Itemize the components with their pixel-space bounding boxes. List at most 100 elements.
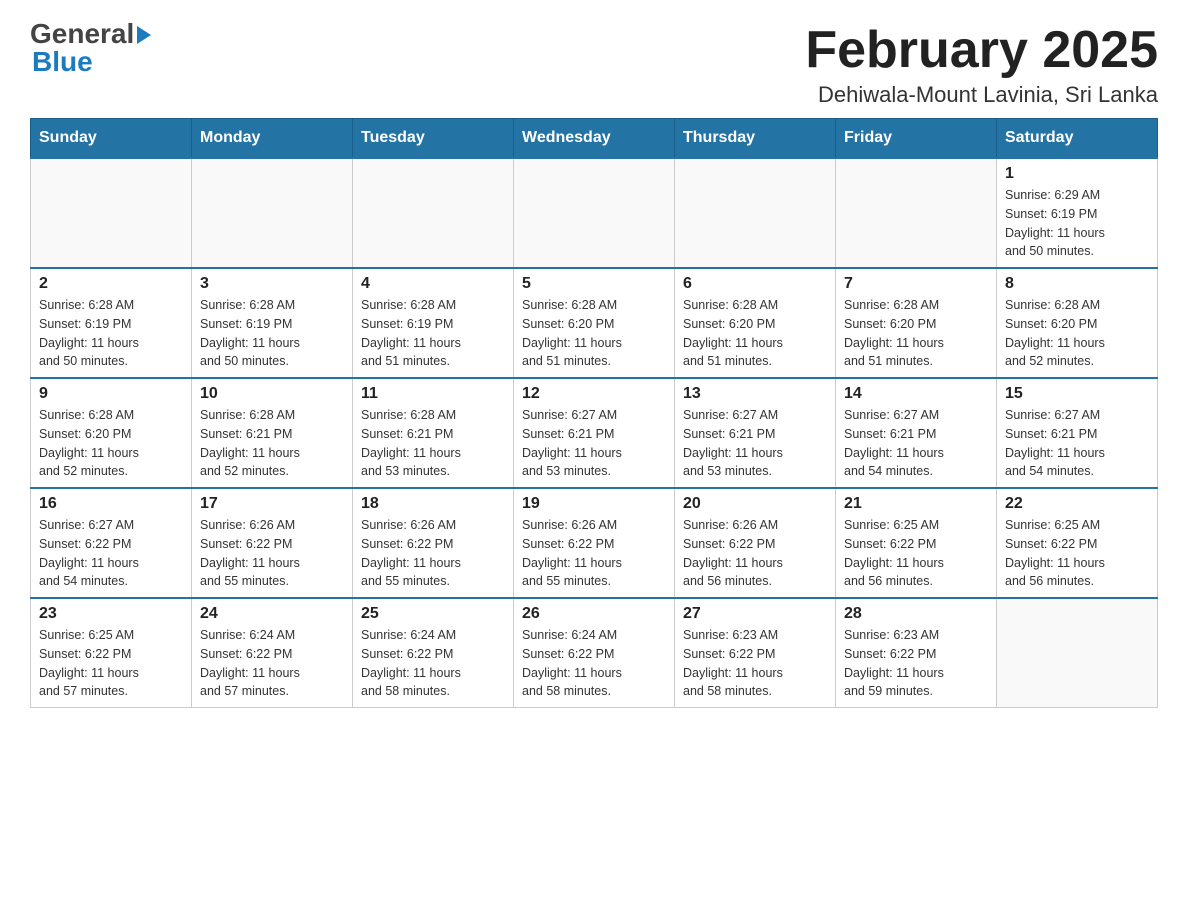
day-info: Sunrise: 6:28 AMSunset: 6:20 PMDaylight:… <box>1005 296 1149 371</box>
calendar-cell: 25 Sunrise: 6:24 AMSunset: 6:22 PMDayligh… <box>353 598 514 708</box>
day-number: 10 <box>200 385 344 403</box>
calendar-cell: 9 Sunrise: 6:28 AMSunset: 6:20 PMDaylight… <box>31 378 192 488</box>
day-info: Sunrise: 6:27 AMSunset: 6:21 PMDaylight:… <box>844 406 988 481</box>
day-number: 13 <box>683 385 827 403</box>
column-header-friday: Friday <box>836 119 997 159</box>
day-info: Sunrise: 6:26 AMSunset: 6:22 PMDaylight:… <box>683 516 827 591</box>
month-title: February 2025 <box>805 20 1158 80</box>
calendar-cell: 5 Sunrise: 6:28 AMSunset: 6:20 PMDaylight… <box>514 268 675 378</box>
day-number: 21 <box>844 495 988 513</box>
calendar-cell: 16 Sunrise: 6:27 AMSunset: 6:22 PMDayligh… <box>31 488 192 598</box>
calendar-cell: 22 Sunrise: 6:25 AMSunset: 6:22 PMDayligh… <box>997 488 1158 598</box>
column-header-monday: Monday <box>192 119 353 159</box>
calendar-cell: 17Sunrise: 6:26 AMSunset: 6:22 PMDayligh… <box>192 488 353 598</box>
day-number: 17 <box>200 495 344 513</box>
calendar-week-row: 2 Sunrise: 6:28 AMSunset: 6:19 PMDaylight… <box>31 268 1158 378</box>
day-number: 8 <box>1005 275 1149 293</box>
column-header-thursday: Thursday <box>675 119 836 159</box>
calendar-cell: 15Sunrise: 6:27 AMSunset: 6:21 PMDayligh… <box>997 378 1158 488</box>
column-header-sunday: Sunday <box>31 119 192 159</box>
column-header-tuesday: Tuesday <box>353 119 514 159</box>
calendar-cell <box>997 598 1158 708</box>
day-info: Sunrise: 6:26 AMSunset: 6:22 PMDaylight:… <box>522 516 666 591</box>
day-number: 23 <box>39 605 183 623</box>
day-info: Sunrise: 6:28 AMSunset: 6:21 PMDaylight:… <box>200 406 344 481</box>
day-info: Sunrise: 6:25 AMSunset: 6:22 PMDaylight:… <box>39 626 183 701</box>
calendar-cell: 7 Sunrise: 6:28 AMSunset: 6:20 PMDaylight… <box>836 268 997 378</box>
day-info: Sunrise: 6:26 AMSunset: 6:22 PMDaylight:… <box>361 516 505 591</box>
day-number: 4 <box>361 275 505 293</box>
calendar-cell <box>353 158 514 268</box>
day-number: 20 <box>683 495 827 513</box>
calendar-cell: 12 Sunrise: 6:27 AMSunset: 6:21 PMDayligh… <box>514 378 675 488</box>
calendar-week-row: 16 Sunrise: 6:27 AMSunset: 6:22 PMDayligh… <box>31 488 1158 598</box>
day-number: 27 <box>683 605 827 623</box>
calendar-cell: 10 Sunrise: 6:28 AMSunset: 6:21 PMDayligh… <box>192 378 353 488</box>
calendar-cell: 13 Sunrise: 6:27 AMSunset: 6:21 PMDayligh… <box>675 378 836 488</box>
calendar-cell: 4 Sunrise: 6:28 AMSunset: 6:19 PMDaylight… <box>353 268 514 378</box>
day-info: Sunrise: 6:29 AMSunset: 6:19 PMDaylight:… <box>1005 186 1149 261</box>
day-number: 6 <box>683 275 827 293</box>
calendar-cell: 1 Sunrise: 6:29 AMSunset: 6:19 PMDaylight… <box>997 158 1158 268</box>
calendar-week-row: 23 Sunrise: 6:25 AMSunset: 6:22 PMDayligh… <box>31 598 1158 708</box>
day-number: 25 <box>361 605 505 623</box>
day-info: Sunrise: 6:27 AMSunset: 6:21 PMDaylight:… <box>1005 406 1149 481</box>
calendar-cell: 8 Sunrise: 6:28 AMSunset: 6:20 PMDaylight… <box>997 268 1158 378</box>
day-info: Sunrise: 6:28 AMSunset: 6:20 PMDaylight:… <box>844 296 988 371</box>
calendar-cell <box>675 158 836 268</box>
day-info: Sunrise: 6:28 AMSunset: 6:19 PMDaylight:… <box>361 296 505 371</box>
day-info: Sunrise: 6:24 AMSunset: 6:22 PMDaylight:… <box>361 626 505 701</box>
logo-arrow-icon <box>137 26 151 44</box>
calendar-cell: 6 Sunrise: 6:28 AMSunset: 6:20 PMDaylight… <box>675 268 836 378</box>
calendar-cell <box>836 158 997 268</box>
day-info: Sunrise: 6:28 AMSunset: 6:19 PMDaylight:… <box>200 296 344 371</box>
calendar-cell: 26 Sunrise: 6:24 AMSunset: 6:22 PMDayligh… <box>514 598 675 708</box>
day-number: 12 <box>522 385 666 403</box>
day-number: 28 <box>844 605 988 623</box>
calendar-cell: 11Sunrise: 6:28 AMSunset: 6:21 PMDayligh… <box>353 378 514 488</box>
day-number: 2 <box>39 275 183 293</box>
calendar-cell: 23 Sunrise: 6:25 AMSunset: 6:22 PMDayligh… <box>31 598 192 708</box>
day-info: Sunrise: 6:25 AMSunset: 6:22 PMDaylight:… <box>844 516 988 591</box>
calendar-header-row: SundayMondayTuesdayWednesdayThursdayFrid… <box>31 119 1158 159</box>
calendar-cell: 14Sunrise: 6:27 AMSunset: 6:21 PMDayligh… <box>836 378 997 488</box>
day-info: Sunrise: 6:23 AMSunset: 6:22 PMDaylight:… <box>844 626 988 701</box>
calendar-week-row: 1 Sunrise: 6:29 AMSunset: 6:19 PMDaylight… <box>31 158 1158 268</box>
calendar-cell: 2 Sunrise: 6:28 AMSunset: 6:19 PMDaylight… <box>31 268 192 378</box>
day-info: Sunrise: 6:28 AMSunset: 6:20 PMDaylight:… <box>683 296 827 371</box>
calendar-week-row: 9 Sunrise: 6:28 AMSunset: 6:20 PMDaylight… <box>31 378 1158 488</box>
calendar-cell <box>31 158 192 268</box>
calendar-cell: 18 Sunrise: 6:26 AMSunset: 6:22 PMDayligh… <box>353 488 514 598</box>
day-number: 7 <box>844 275 988 293</box>
day-number: 9 <box>39 385 183 403</box>
day-info: Sunrise: 6:27 AMSunset: 6:22 PMDaylight:… <box>39 516 183 591</box>
day-number: 18 <box>361 495 505 513</box>
day-number: 5 <box>522 275 666 293</box>
calendar-cell <box>192 158 353 268</box>
day-number: 26 <box>522 605 666 623</box>
day-info: Sunrise: 6:27 AMSunset: 6:21 PMDaylight:… <box>522 406 666 481</box>
day-info: Sunrise: 6:25 AMSunset: 6:22 PMDaylight:… <box>1005 516 1149 591</box>
logo-general-text: General <box>30 20 134 48</box>
day-info: Sunrise: 6:24 AMSunset: 6:22 PMDaylight:… <box>522 626 666 701</box>
day-info: Sunrise: 6:28 AMSunset: 6:20 PMDaylight:… <box>522 296 666 371</box>
calendar-cell: 3Sunrise: 6:28 AMSunset: 6:19 PMDaylight… <box>192 268 353 378</box>
column-header-wednesday: Wednesday <box>514 119 675 159</box>
day-info: Sunrise: 6:28 AMSunset: 6:20 PMDaylight:… <box>39 406 183 481</box>
location-subtitle: Dehiwala-Mount Lavinia, Sri Lanka <box>805 82 1158 108</box>
page-header: General Blue February 2025 Dehiwala-Moun… <box>30 20 1158 108</box>
column-header-saturday: Saturday <box>997 119 1158 159</box>
title-section: February 2025 Dehiwala-Mount Lavinia, Sr… <box>805 20 1158 108</box>
calendar-cell: 20 Sunrise: 6:26 AMSunset: 6:22 PMDayligh… <box>675 488 836 598</box>
calendar-cell: 27 Sunrise: 6:23 AMSunset: 6:22 PMDayligh… <box>675 598 836 708</box>
day-number: 22 <box>1005 495 1149 513</box>
day-info: Sunrise: 6:27 AMSunset: 6:21 PMDaylight:… <box>683 406 827 481</box>
calendar-cell: 24Sunrise: 6:24 AMSunset: 6:22 PMDayligh… <box>192 598 353 708</box>
day-number: 16 <box>39 495 183 513</box>
day-info: Sunrise: 6:23 AMSunset: 6:22 PMDaylight:… <box>683 626 827 701</box>
day-number: 1 <box>1005 165 1149 183</box>
calendar-cell: 21 Sunrise: 6:25 AMSunset: 6:22 PMDayligh… <box>836 488 997 598</box>
calendar-table: SundayMondayTuesdayWednesdayThursdayFrid… <box>30 118 1158 708</box>
day-info: Sunrise: 6:28 AMSunset: 6:19 PMDaylight:… <box>39 296 183 371</box>
day-number: 24 <box>200 605 344 623</box>
